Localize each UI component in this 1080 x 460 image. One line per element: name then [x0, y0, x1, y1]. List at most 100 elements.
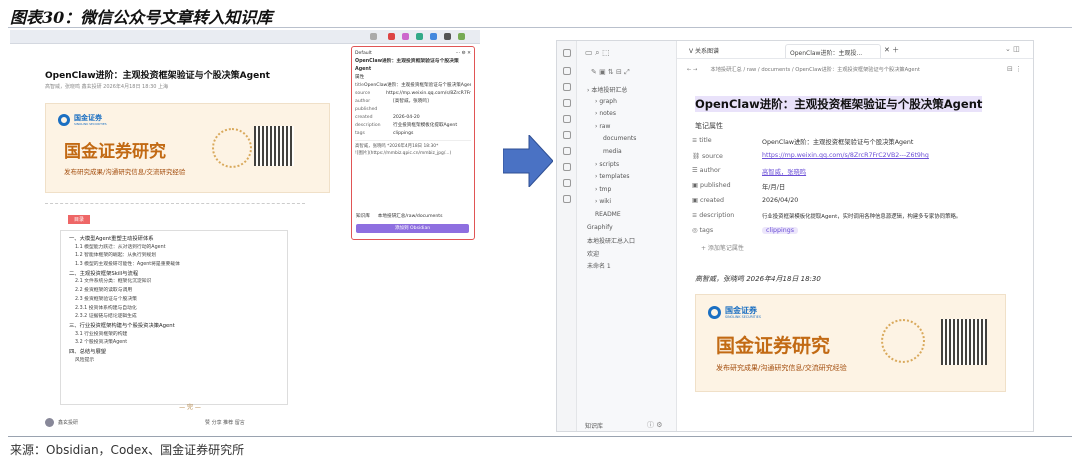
property-created-value[interactable]: 2026/04/20 — [762, 197, 798, 204]
property-published-value[interactable]: 年/月/日 — [762, 182, 785, 191]
add-property-button[interactable]: + 添加笔记属性 — [701, 243, 744, 252]
property-author-value[interactable]: 高智威，张晓鸣 — [762, 167, 806, 176]
file-tree-item[interactable]: 本地投研汇总入口 — [587, 236, 635, 245]
clipper-property-author[interactable]: author [高智威，张晓鸣] — [355, 98, 471, 106]
property-value[interactable]: https://mp.weixin.qq.com/s/8ZrcR7Fr — [386, 90, 471, 98]
toc-item[interactable]: 3.2 个股投资决策Agent — [69, 339, 279, 348]
help-icon[interactable]: ⓘ ⚙ — [647, 420, 663, 430]
clipper-body-byline[interactable]: 高智威，张晓鸣 *2026年4月18日 18:30* — [355, 143, 471, 150]
property-value-text: https://mp.weixin.qq.com/s/8ZrcR7FrC2VB2… — [762, 152, 929, 159]
toc-item[interactable]: 2.1 文件系统分类：框架化沉淀知识 — [69, 278, 279, 287]
file-tree-item[interactable]: › templates — [595, 173, 630, 180]
property-author-key[interactable]: ☰ author — [692, 167, 720, 174]
property-title-key[interactable]: ≡ title — [692, 137, 712, 144]
star-icon[interactable] — [370, 33, 377, 40]
file-tree-item[interactable]: Graphify — [587, 224, 613, 231]
toc-item[interactable]: 1.2 智能体框架的崛起：从执行到规划 — [69, 252, 279, 261]
toc-item[interactable]: 一、大模型Agent重塑主动投研体系 — [69, 235, 279, 244]
note-title[interactable]: OpenClaw进阶：主观投资框架验证与个股决策Agent — [695, 96, 983, 112]
file-tree-item[interactable]: documents — [603, 135, 636, 142]
file-tree-item[interactable]: 欢迎 — [587, 249, 599, 258]
extension-icon[interactable] — [402, 33, 409, 40]
path-input[interactable]: 本地投研汇总/raw/documents — [378, 213, 443, 221]
property-tags-key[interactable]: ◎ tags — [692, 227, 713, 234]
file-tree-item[interactable]: › graph — [595, 98, 617, 105]
property-value[interactable]: 2026-04-20 — [393, 114, 420, 122]
extension-icon[interactable] — [430, 33, 437, 40]
property-value[interactable]: clippings — [393, 130, 413, 138]
property-value[interactable]: 行业投资框架模板化提取Agent — [393, 122, 457, 130]
article-actions[interactable]: 赞 分享 推荐 留言 — [205, 419, 245, 426]
toc-item[interactable]: 四、总结与展望 — [69, 348, 279, 357]
toc-item[interactable]: 2.3.1 投资体系构建与自动化 — [69, 305, 279, 314]
add-to-obsidian-button[interactable]: 添加到 Obsidian — [356, 224, 469, 233]
toc-item[interactable]: 3.1 行业投资框架的构建 — [69, 331, 279, 340]
toc-item[interactable]: 2.2 投资框架的读取与调用 — [69, 287, 279, 296]
property-source-key[interactable]: ⛓ source — [692, 152, 723, 160]
extension-icon[interactable] — [416, 33, 423, 40]
article-banner: 国金证券 SINOLINK SECURITIES 国金证券研究 发布研究成果/沟… — [45, 103, 330, 193]
property-description-value[interactable]: 行业投资框架模板化提取Agent，实时调用各种信息源逻辑，构建多专家协同策略。 — [762, 212, 1027, 220]
grid-icon[interactable] — [563, 67, 571, 75]
sidebar-toggle-icon[interactable] — [563, 49, 571, 57]
tab-graph[interactable]: V 关系图谱 — [689, 46, 719, 55]
split-pane-icon[interactable]: ⌄ ◫ — [1005, 45, 1020, 53]
file-tree-item[interactable]: › tmp — [595, 186, 611, 193]
graph-icon[interactable] — [563, 99, 571, 107]
property-value[interactable]: OpenClaw进阶：主观投资框架验证与个股决策Agent — [364, 82, 471, 90]
property-published-key[interactable]: ▣ published — [692, 182, 731, 189]
extension-icon[interactable] — [444, 33, 451, 40]
toc-item[interactable]: 1.1 模型能力跃迁：从对话到行动的Agent — [69, 244, 279, 253]
file-tree-item[interactable]: README — [595, 211, 621, 218]
clipper-property-tags[interactable]: tags clippings — [355, 130, 471, 138]
file-icon[interactable] — [563, 83, 571, 91]
properties-header: 笔记属性 — [695, 122, 723, 130]
tab-note[interactable]: OpenClaw进阶：主观投... — [785, 44, 881, 58]
clipper-title[interactable]: OpenClaw进阶：主观投资框架验证与个股决策Agent — [355, 58, 471, 74]
account-name[interactable]: 鑫玄投研 — [58, 419, 78, 426]
clipper-property-published[interactable]: published — [355, 106, 471, 114]
file-tree-item[interactable]: › wiki — [595, 198, 611, 205]
file-tree-item[interactable]: media — [603, 148, 622, 155]
property-created-key[interactable]: ▣ created — [692, 197, 724, 204]
file-tree-item[interactable]: › notes — [595, 110, 616, 117]
table-icon[interactable] — [563, 163, 571, 171]
toc-item[interactable]: 三、行业投资框架构建与个股投资决策Agent — [69, 322, 279, 331]
extension-icon[interactable] — [388, 33, 395, 40]
vault-select[interactable]: 知识库 — [356, 213, 370, 221]
template-select[interactable]: Default — [355, 50, 372, 58]
obsidian-clipper-icon[interactable] — [458, 33, 465, 40]
toc-item[interactable]: 1.3 模型的主观投研可能性：Agent将是重要载体 — [69, 261, 279, 270]
property-source-value[interactable]: https://mp.weixin.qq.com/s/8ZrcR7FrC2VB2… — [762, 152, 929, 159]
explorer-toolbar-icons[interactable]: ▭ ⌕ ⬚ — [585, 48, 610, 58]
property-value[interactable]: [高智威，张晓鸣] — [393, 98, 429, 106]
clipper-property-created[interactable]: created 2026-04-20 — [355, 114, 471, 122]
file-tree-item[interactable]: › scripts — [595, 161, 619, 168]
file-tree-item[interactable]: 未命名 1 — [587, 261, 611, 270]
clipper-property-source[interactable]: source https://mp.weixin.qq.com/s/8ZrcR7F… — [355, 90, 471, 98]
toc-item[interactable]: 二、主观投资框架Skill与流程 — [69, 270, 279, 279]
clipper-property-title[interactable]: title OpenClaw进阶：主观投资框架验证与个股决策Agent — [355, 82, 471, 90]
reading-mode-icon[interactable]: ⊟ ⋮ — [1007, 65, 1022, 73]
clipper-toolbar-icons[interactable]: ⋯ ⚙ ✕ — [456, 50, 471, 58]
property-title-value[interactable]: OpenClaw进阶：主观投资框架验证与个股决策Agent — [762, 137, 913, 146]
history-icon[interactable] — [563, 179, 571, 187]
file-tree-item[interactable]: › 本地投研汇总 — [587, 85, 627, 94]
vault-switcher[interactable]: 知识库 — [585, 421, 603, 430]
property-tags-value[interactable]: clippings — [762, 227, 798, 234]
clipper-property-description[interactable]: description 行业投资框架模板化提取Agent — [355, 122, 471, 130]
new-tab-icon[interactable]: ✕ ＋ — [884, 45, 899, 55]
file-tree-item[interactable]: › raw — [595, 123, 610, 130]
clipper-body-content[interactable]: ![图片](https://mmbiz.qpic.cn/mmbiz_jpg/..… — [355, 150, 471, 157]
new-note-icons[interactable]: ✎ ▣ ⇅ ⊟ ⤢ — [591, 68, 630, 77]
nav-arrows-icon[interactable]: ← → — [687, 67, 697, 73]
toc-item[interactable]: 风险提示 — [69, 357, 279, 366]
copy-icon[interactable] — [563, 131, 571, 139]
property-description-key[interactable]: ≡ description — [692, 212, 734, 219]
terminal-icon[interactable] — [563, 147, 571, 155]
plugin-icon[interactable] — [563, 195, 571, 203]
breadcrumb[interactable]: ← → 本地投研汇总 / raw / documents / OpenClaw进… — [687, 66, 987, 73]
toc-item[interactable]: 2.3 投资框架验证与个股决策 — [69, 296, 279, 305]
calendar-icon[interactable] — [563, 115, 571, 123]
toc-item[interactable]: 2.3.2 证据链与结论逻辑生成 — [69, 313, 279, 322]
